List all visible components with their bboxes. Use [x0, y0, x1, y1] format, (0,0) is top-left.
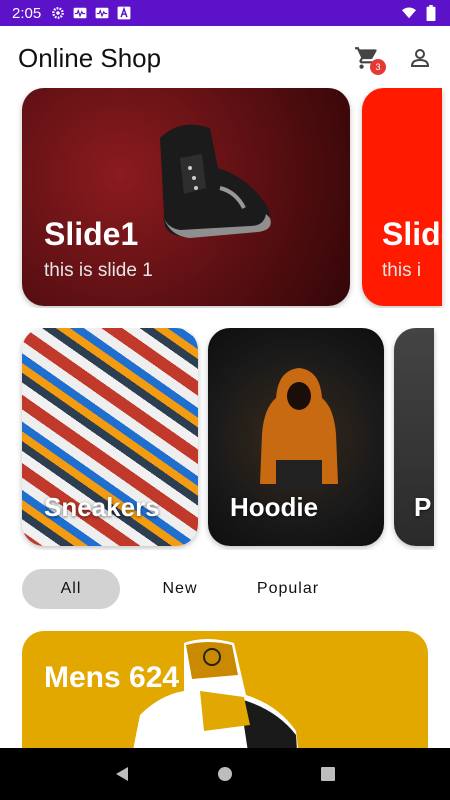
font-a-icon [117, 6, 131, 20]
category-card-partial[interactable]: P [394, 328, 434, 546]
product-card[interactable]: Mens 624 [22, 631, 428, 761]
recents-button[interactable] [318, 764, 338, 784]
back-triangle-icon [115, 767, 128, 781]
slide-title: Slide1 [44, 216, 139, 252]
person-icon [410, 49, 430, 67]
app-bar: Online Shop 3 [0, 26, 450, 90]
filter-chip-all[interactable]: All [22, 569, 120, 609]
category-label: Sneakers [44, 492, 160, 522]
category-label: Hoodie [230, 492, 319, 522]
app-bar-actions: 3 [354, 45, 432, 75]
category-list[interactable]: Sneakers Hoodie P [0, 328, 450, 550]
filter-chip-popular[interactable]: Popular [240, 569, 336, 609]
account-button[interactable] [408, 46, 432, 70]
status-time: 2:05 [12, 4, 42, 22]
product-title: Mens 624 [44, 661, 180, 694]
recents-square-icon [321, 767, 336, 781]
category-label: P [414, 492, 432, 522]
filter-chip-new[interactable]: New [120, 569, 240, 609]
status-bar: 2:05 [0, 0, 450, 26]
promo-carousel[interactable]: Slide1 this is slide 1 Slide this i [0, 88, 450, 308]
home-button[interactable] [215, 764, 235, 784]
hoodie-person-image [260, 368, 338, 490]
notification-icons [51, 6, 131, 20]
filter-chips: All New Popular [22, 569, 336, 609]
product-image [130, 639, 300, 761]
slide-card[interactable]: Slide1 this is slide 1 [22, 88, 350, 306]
slide-card[interactable]: Slide this i [362, 88, 442, 306]
settings-icon [51, 6, 65, 20]
sneaker-image [160, 124, 271, 238]
cart-count-badge: 3 [370, 59, 386, 75]
wifi-icon [402, 6, 416, 20]
cart-button[interactable]: 3 [354, 45, 386, 75]
system-nav-bar [0, 748, 450, 800]
category-card-hoodie[interactable]: Hoodie [208, 328, 384, 546]
system-icons [402, 5, 438, 21]
home-circle-icon [217, 767, 232, 781]
page-title: Online Shop [18, 42, 162, 73]
activity-icon-2 [95, 6, 109, 20]
battery-icon [424, 5, 438, 21]
activity-icon [73, 6, 87, 20]
category-card-sneakers[interactable]: Sneakers [22, 328, 198, 546]
slide-subtitle: this i [382, 260, 422, 281]
slide-title: Slide [382, 216, 442, 252]
back-button[interactable] [112, 764, 132, 784]
slide-subtitle: this is slide 1 [44, 260, 153, 281]
